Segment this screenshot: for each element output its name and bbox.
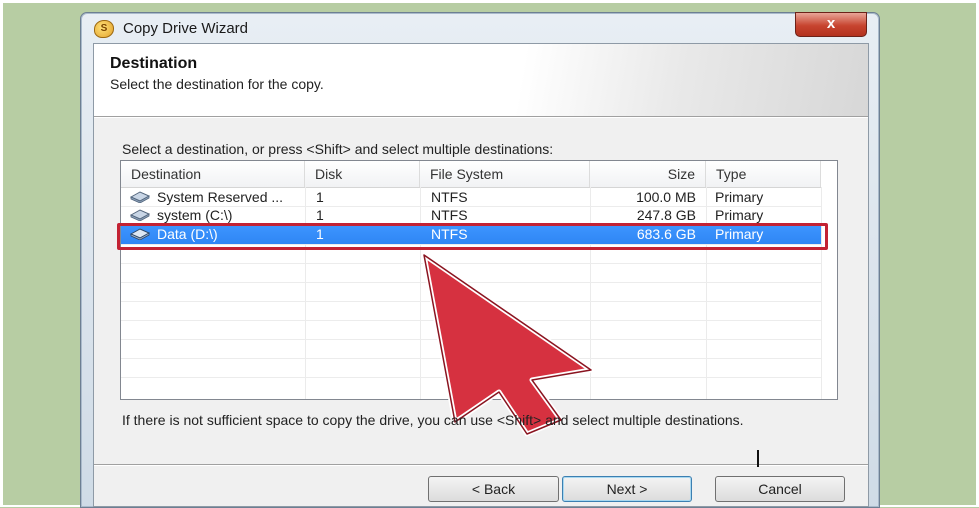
space-note: If there is not sufficient space to copy… xyxy=(122,412,744,428)
cancel-button[interactable]: Cancel xyxy=(715,476,845,502)
page-subtitle: Select the destination for the copy. xyxy=(110,76,324,92)
back-button[interactable]: < Back xyxy=(428,476,559,502)
column-header-disk[interactable]: Disk xyxy=(305,161,420,187)
text-cursor-icon xyxy=(757,450,759,467)
instruction-text: Select a destination, or press <Shift> a… xyxy=(122,141,554,157)
list-header: Destination Disk File System Size Type xyxy=(121,161,821,188)
disk-cell: 1 xyxy=(316,189,324,205)
page-title: Destination xyxy=(110,55,198,72)
wizard-client-area: Destination Select the destination for t… xyxy=(93,43,869,507)
type-cell: Primary xyxy=(715,189,764,205)
column-header-file-system[interactable]: File System xyxy=(420,161,590,187)
hard-drive-icon xyxy=(130,209,150,221)
next-button[interactable]: Next > xyxy=(562,476,692,502)
column-header-size[interactable]: Size xyxy=(590,161,706,187)
close-button[interactable]: x xyxy=(795,12,867,37)
wizard-app-icon: S xyxy=(94,20,114,38)
wizard-header: Destination Select the destination for t… xyxy=(94,44,868,117)
column-header-destination[interactable]: Destination xyxy=(121,161,305,187)
title-bar: S Copy Drive Wizard x xyxy=(81,12,879,43)
column-header-type[interactable]: Type xyxy=(706,161,821,187)
selection-highlight-annotation xyxy=(117,223,828,250)
window-title: Copy Drive Wizard xyxy=(123,20,249,37)
destination-cell: System Reserved ... xyxy=(157,189,284,205)
file-system-cell: NTFS xyxy=(431,189,468,205)
table-row[interactable]: System Reserved ... 1 NTFS 100.0 MB Prim… xyxy=(121,188,821,207)
size-cell: 100.0 MB xyxy=(636,189,696,205)
hard-drive-icon xyxy=(130,191,150,203)
copy-drive-wizard-window: S Copy Drive Wizard x Destination Select… xyxy=(80,12,880,508)
red-arrow-pointer-icon xyxy=(421,252,594,437)
